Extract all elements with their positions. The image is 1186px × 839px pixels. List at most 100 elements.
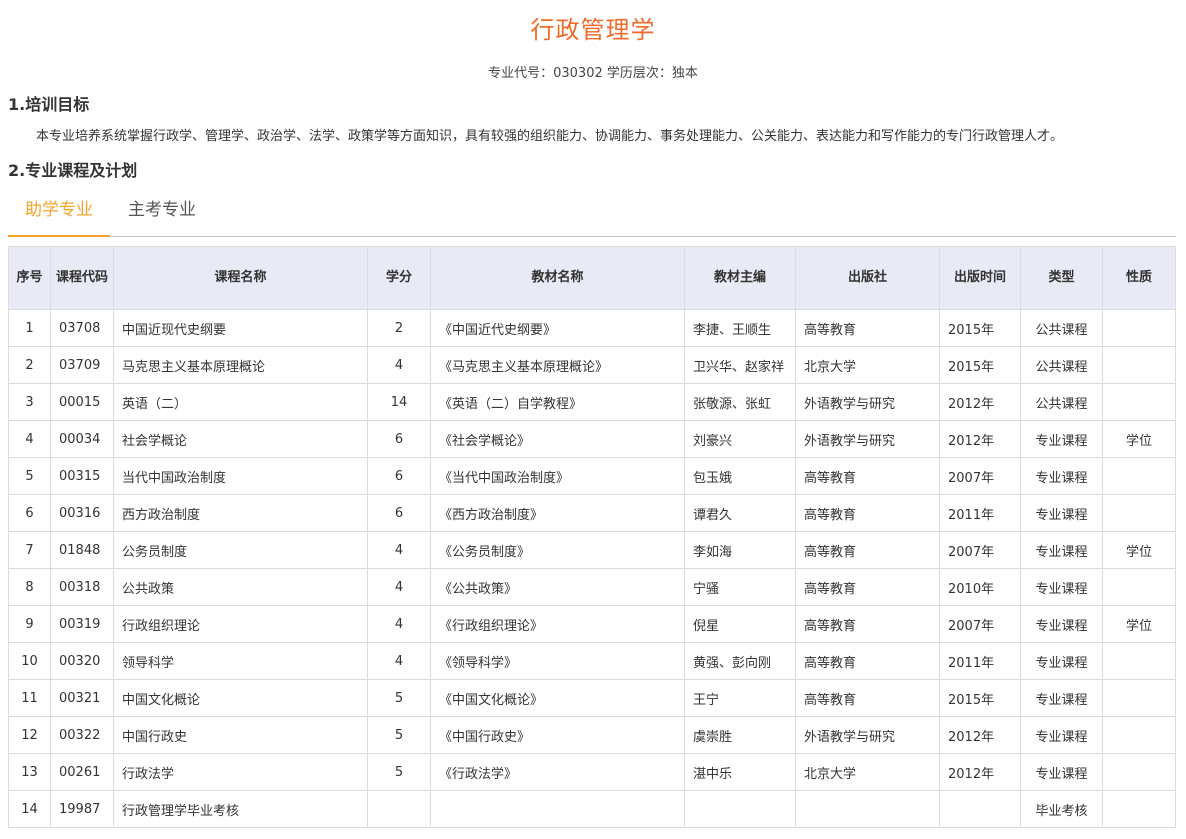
course-code-cell: 00322: [50, 716, 114, 754]
course-name-cell: 马克思主义基本原理概论: [113, 346, 368, 384]
table-row: 4 00034 社会学概论 6 《社会学概论》 刘豪兴 外语教学与研究 2012年 专业课程 学位: [8, 420, 1176, 458]
table-row: 5 00315 当代中国政治制度 6 《当代中国政治制度》 包玉娥 高等教育 2007年 专业课…: [8, 457, 1176, 495]
nature-cell: [1102, 753, 1176, 791]
type-cell: 专业课程: [1020, 642, 1103, 680]
editor-cell: 谭君久: [684, 494, 796, 532]
publish-date-cell: 2010年: [939, 568, 1021, 606]
type-cell: 公共课程: [1020, 346, 1103, 384]
nature-cell: [1102, 494, 1176, 532]
course-table: 序号 课程代码 课程名称 学分 教材名称 教材主编 出版社 出版时间 类型 性质…: [8, 246, 1176, 828]
nature-cell: [1102, 568, 1176, 606]
editor-cell: 宁骚: [684, 568, 796, 606]
type-cell: 专业课程: [1020, 568, 1103, 606]
header-course-code: 课程代码: [50, 246, 114, 310]
header-course-name: 课程名称: [113, 246, 368, 310]
course-code-cell: 00261: [50, 753, 114, 791]
table-row: 13 00261 行政法学 5 《行政法学》 湛中乐 北京大学 2012年 专业课程: [8, 753, 1176, 791]
type-cell: 专业课程: [1020, 679, 1103, 717]
publisher-cell: 高等教育: [795, 642, 940, 680]
course-name-cell: 行政组织理论: [113, 605, 368, 643]
publish-date-cell: 2012年: [939, 753, 1021, 791]
major-meta: 专业代号：030302 学历层次：独本: [488, 66, 698, 81]
course-name-cell: 公务员制度: [113, 531, 368, 569]
course-name-cell: 中国近现代史纲要: [113, 309, 368, 347]
course-code-cell: 00320: [50, 642, 114, 680]
publish-date-cell: 2007年: [939, 531, 1021, 569]
tab-assisted-major[interactable]: 助学专业: [8, 193, 110, 237]
editor-cell: 刘豪兴: [684, 420, 796, 458]
type-cell: 公共课程: [1020, 309, 1103, 347]
page-title: 行政管理学: [530, 16, 656, 44]
course-code-cell: 03709: [50, 346, 114, 384]
tab-main-exam-major[interactable]: 主考专业: [114, 193, 210, 235]
nature-cell: [1102, 642, 1176, 680]
header-editor: 教材主编: [684, 246, 796, 310]
type-cell: 专业课程: [1020, 716, 1103, 754]
index-cell: 10: [8, 642, 51, 680]
editor-cell: 李如海: [684, 531, 796, 569]
editor-cell: 李捷、王顺生: [684, 309, 796, 347]
credits-cell: 5: [367, 753, 431, 791]
type-cell: 专业课程: [1020, 457, 1103, 495]
editor-cell: 王宁: [684, 679, 796, 717]
nature-cell: [1102, 457, 1176, 495]
index-cell: 13: [8, 753, 51, 791]
header-index: 序号: [8, 246, 51, 310]
table-header-row: 序号 课程代码 课程名称 学分 教材名称 教材主编 出版社 出版时间 类型 性质: [8, 246, 1176, 310]
credits-cell: 5: [367, 716, 431, 754]
publish-date-cell: 2012年: [939, 420, 1021, 458]
table-row: 7 01848 公务员制度 4 《公务员制度》 李如海 高等教育 2007年 专业课程 学位: [8, 531, 1176, 569]
table-row: 9 00319 行政组织理论 4 《行政组织理论》 倪星 高等教育 2007年 专业课程 学位: [8, 605, 1176, 643]
course-name-cell: 当代中国政治制度: [113, 457, 368, 495]
publish-date-cell: [939, 790, 1021, 828]
table-row: 6 00316 西方政治制度 6 《西方政治制度》 谭君久 高等教育 2011年 专业课程: [8, 494, 1176, 532]
nature-cell: [1102, 346, 1176, 384]
textbook-cell: 《行政法学》: [430, 753, 685, 791]
type-cell: 毕业考核: [1020, 790, 1103, 828]
table-row: 10 00320 领导科学 4 《领导科学》 黄强、彭向刚 高等教育 2011年 专业课程: [8, 642, 1176, 680]
header-publish-date: 出版时间: [939, 246, 1021, 310]
publish-date-cell: 2015年: [939, 679, 1021, 717]
credits-cell: 4: [367, 531, 431, 569]
course-code-cell: 00318: [50, 568, 114, 606]
course-code-cell: 19987: [50, 790, 114, 828]
table-row: 3 00015 英语（二） 14 《英语（二）自学教程》 张敬源、张虹 外语教学与研究 201…: [8, 383, 1176, 421]
course-name-cell: 中国行政史: [113, 716, 368, 754]
course-code-cell: 01848: [50, 531, 114, 569]
editor-cell: 黄强、彭向刚: [684, 642, 796, 680]
publish-date-cell: 2011年: [939, 494, 1021, 532]
course-name-cell: 中国文化概论: [113, 679, 368, 717]
index-cell: 7: [8, 531, 51, 569]
table-row: 8 00318 公共政策 4 《公共政策》 宁骚 高等教育 2010年 专业课程: [8, 568, 1176, 606]
publish-date-cell: 2012年: [939, 383, 1021, 421]
index-cell: 2: [8, 346, 51, 384]
type-cell: 专业课程: [1020, 494, 1103, 532]
textbook-cell: 《中国文化概论》: [430, 679, 685, 717]
index-cell: 8: [8, 568, 51, 606]
textbook-cell: [430, 790, 685, 828]
nature-cell: [1102, 716, 1176, 754]
course-name-cell: 行政管理学毕业考核: [113, 790, 368, 828]
course-code-cell: 00316: [50, 494, 114, 532]
table-row: 2 03709 马克思主义基本原理概论 4 《马克思主义基本原理概论》 卫兴华、赵家祥 北京…: [8, 346, 1176, 384]
publisher-cell: 高等教育: [795, 494, 940, 532]
publisher-cell: 高等教育: [795, 309, 940, 347]
type-cell: 专业课程: [1020, 420, 1103, 458]
editor-cell: 包玉娥: [684, 457, 796, 495]
editor-cell: 卫兴华、赵家祥: [684, 346, 796, 384]
type-cell: 专业课程: [1020, 531, 1103, 569]
publisher-cell: 高等教育: [795, 679, 940, 717]
credits-cell: 4: [367, 568, 431, 606]
credits-cell: 6: [367, 494, 431, 532]
page: 行政管理学 专业代号：030302 学历层次：独本 1.培训目标 本专业培养系统…: [0, 0, 1186, 839]
textbook-cell: 《行政组织理论》: [430, 605, 685, 643]
credits-cell: 4: [367, 642, 431, 680]
header-credits: 学分: [367, 246, 431, 310]
credits-cell: 14: [367, 383, 431, 421]
course-name-cell: 西方政治制度: [113, 494, 368, 532]
course-code-cell: 00034: [50, 420, 114, 458]
textbook-cell: 《领导科学》: [430, 642, 685, 680]
index-cell: 3: [8, 383, 51, 421]
publisher-cell: 外语教学与研究: [795, 383, 940, 421]
publish-date-cell: 2015年: [939, 309, 1021, 347]
